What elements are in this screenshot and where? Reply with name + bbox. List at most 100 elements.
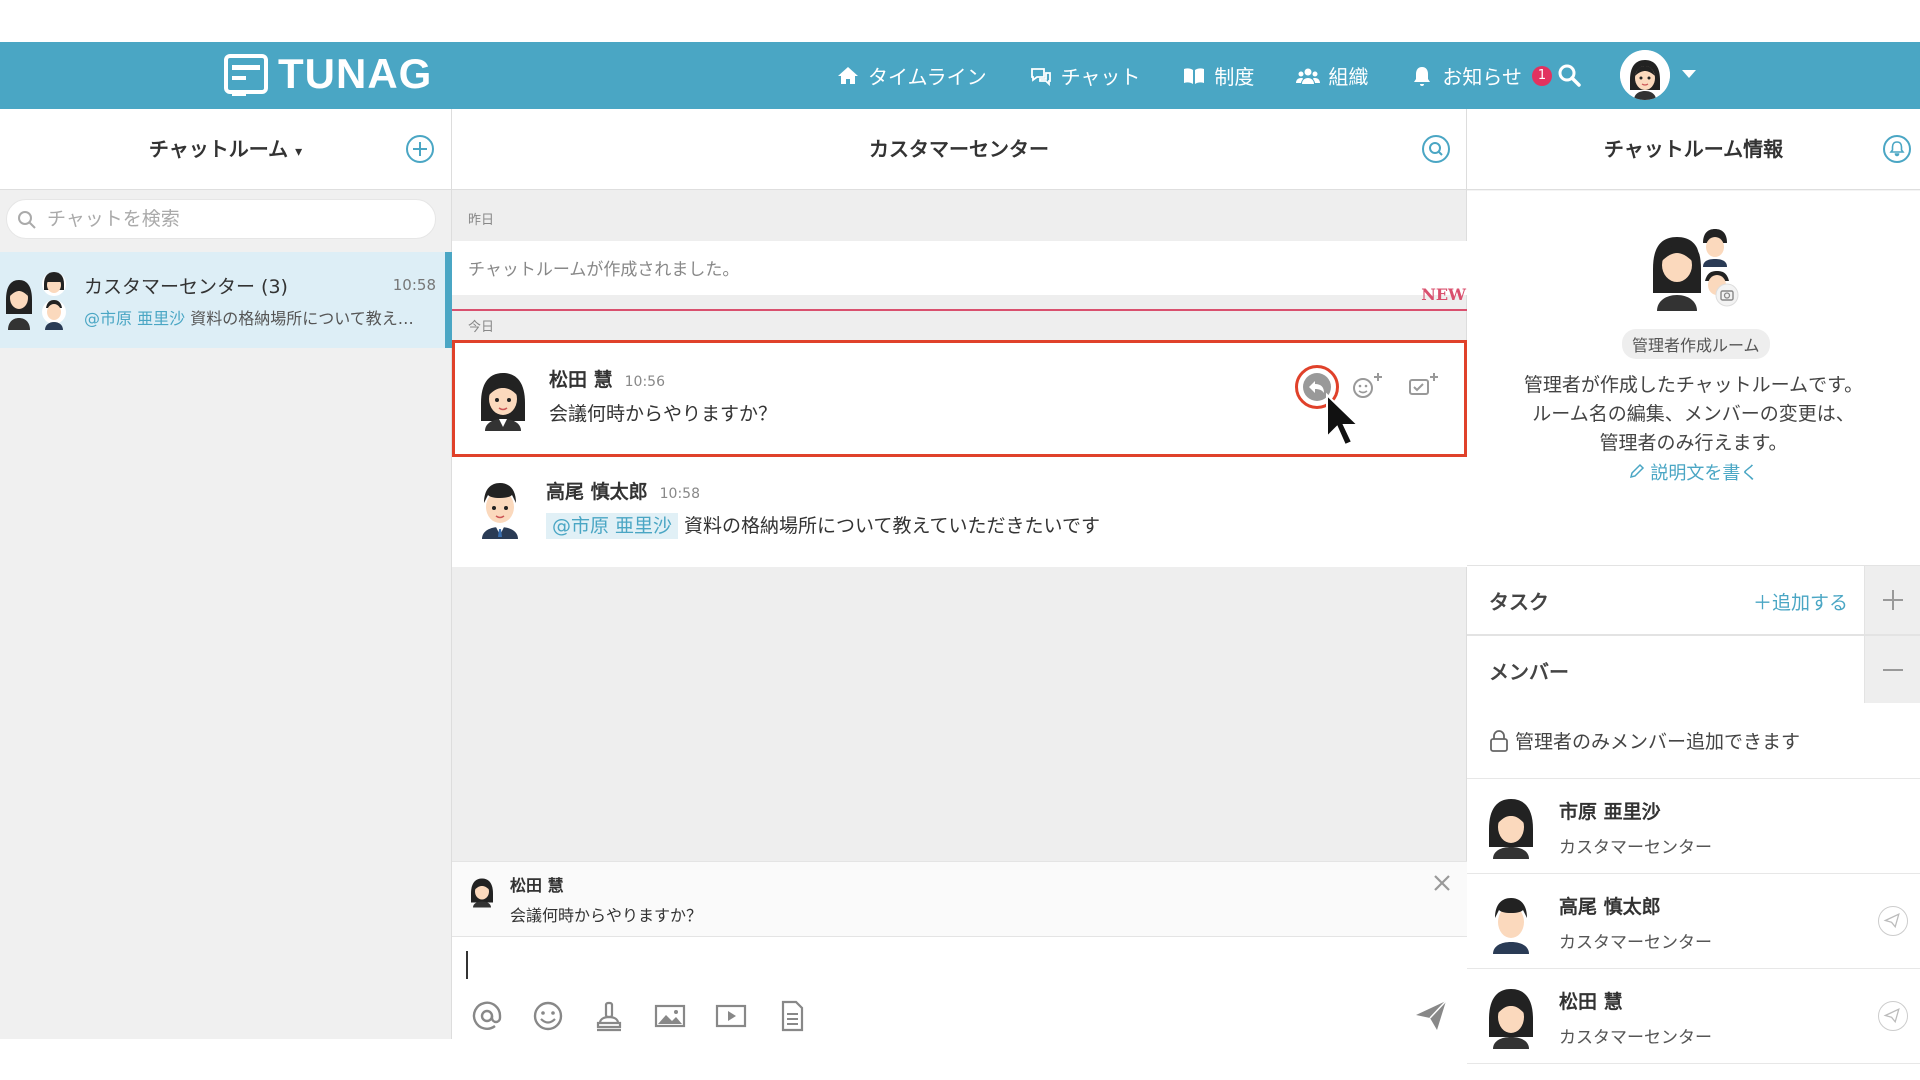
- room-preview: @市原 亜里沙 資料の格納場所について教え…: [84, 305, 432, 329]
- stamp-icon[interactable]: [592, 999, 626, 1033]
- send-icon[interactable]: [1413, 997, 1449, 1033]
- description-line: ルーム名の編集、メンバーの変更は、: [1532, 403, 1855, 425]
- emoji-icon[interactable]: [531, 999, 565, 1033]
- room-group-avatar: [6, 272, 66, 330]
- send-direct-message-button[interactable]: [1878, 1001, 1908, 1031]
- nav-timeline[interactable]: タイムライン: [836, 61, 987, 90]
- message-composer[interactable]: [452, 937, 1467, 1039]
- write-description-link[interactable]: 説明文を書く: [1467, 459, 1920, 485]
- nav-chat[interactable]: チャット: [1029, 61, 1141, 90]
- nav-notifications[interactable]: お知らせ 1: [1410, 61, 1553, 90]
- new-divider: [452, 309, 1467, 311]
- composer-toolbar: [470, 999, 809, 1033]
- chat-message-highlighted[interactable]: 松田 慧 10:56 会議何時からやりますか？: [452, 340, 1467, 457]
- nav-system[interactable]: 制度: [1182, 61, 1254, 90]
- text-cursor: [466, 951, 468, 979]
- collapse-members-button[interactable]: [1864, 636, 1920, 704]
- lock-notice-text: 管理者のみメンバー追加できます: [1515, 731, 1801, 753]
- user-menu-chevron-down-icon[interactable]: [1682, 70, 1696, 78]
- member-lock-notice: 管理者のみメンバー追加できます: [1467, 703, 1920, 779]
- chat-room-list-title[interactable]: チャットルーム ▾: [0, 109, 451, 193]
- chat-room-title: カスタマーセンター: [869, 137, 1049, 161]
- reply-preview-text: 会議何時からやりますか？: [510, 906, 703, 925]
- send-direct-message-button[interactable]: [1878, 906, 1908, 936]
- room-info-block: 管理者作成ルーム 管理者が作成したチャットルームです。 ルーム名の編集、メンバー…: [1467, 191, 1920, 565]
- tasks-label: タスク: [1489, 590, 1549, 614]
- day-divider-yesterday: 昨日: [468, 213, 495, 228]
- search-icon[interactable]: [1556, 62, 1582, 88]
- search-icon: [18, 211, 36, 229]
- user-avatar[interactable]: [1620, 50, 1670, 100]
- day-divider-today: 今日: [468, 320, 495, 335]
- description-line: 管理者が作成したチャットルームです。: [1523, 374, 1864, 396]
- add-task-link[interactable]: ＋追加する: [1753, 588, 1848, 615]
- user-avatar-illustration: [1620, 50, 1670, 100]
- file-icon[interactable]: [775, 999, 809, 1033]
- system-message: チャットルームが作成されました。: [452, 241, 1467, 295]
- lock-icon: [1490, 730, 1508, 752]
- add-task-icon[interactable]: [1407, 371, 1441, 401]
- chat-panel: カスタマーセンター 昨日 チャットルームが作成されました。 NEW 今日 松田 …: [452, 109, 1467, 1039]
- description-line: 管理者のみ行えます。: [1599, 432, 1788, 454]
- image-icon[interactable]: [653, 999, 687, 1033]
- member-avatar: [1493, 898, 1529, 954]
- nav-label: 制度: [1214, 65, 1255, 89]
- nav-label: タイムライン: [868, 65, 987, 89]
- chat-search-button[interactable]: [1422, 135, 1450, 163]
- message-sender: 高尾 慎太郎 10:58: [546, 481, 700, 503]
- add-room-button[interactable]: [406, 135, 434, 163]
- reply-preview-avatar: [471, 878, 493, 908]
- room-info-title: チャットルーム情報: [1603, 137, 1784, 161]
- room-group-avatar[interactable]: [1645, 221, 1745, 311]
- member-name: 高尾 慎太郎: [1559, 896, 1661, 918]
- message-avatar: [482, 483, 518, 539]
- member-item[interactable]: 高尾 慎太郎 カスタマーセンター: [1467, 874, 1920, 969]
- notification-settings-button[interactable]: [1883, 135, 1911, 163]
- new-marker: NEW: [1421, 285, 1466, 304]
- member-item[interactable]: 市原 亜里沙 カスタマーセンター: [1467, 779, 1920, 874]
- close-icon[interactable]: [1431, 872, 1453, 894]
- message-avatar: [481, 373, 525, 431]
- member-dept: カスタマーセンター: [1559, 933, 1712, 953]
- member-avatar: [1489, 799, 1533, 859]
- chat-search-input[interactable]: [47, 200, 427, 238]
- logo-mark-icon: [224, 54, 268, 96]
- message-sender: 松田 慧 10:56: [549, 369, 665, 391]
- member-dept: カスタマーセンター: [1559, 838, 1712, 858]
- chat-bubbles-icon: [1030, 67, 1051, 86]
- nav-organization[interactable]: 組織: [1296, 61, 1368, 90]
- video-icon[interactable]: [714, 999, 748, 1033]
- mention-icon[interactable]: [470, 999, 504, 1033]
- home-icon: [838, 66, 858, 84]
- plus-icon: [1883, 590, 1903, 610]
- members-section: メンバー: [1467, 635, 1920, 705]
- minus-icon: [1883, 669, 1903, 671]
- room-list-item[interactable]: カスタマーセンター (3) 10:58 @市原 亜里沙 資料の格納場所について教…: [0, 252, 452, 348]
- room-info-panel: チャットルーム情報 管理者作成ルーム 管理者が作成したチャットルームです。 ルー…: [1467, 109, 1920, 1064]
- chat-room-list-panel: チャットルーム ▾ カスタマーセンター (3) 10:58 @市原 亜里沙 資料…: [0, 109, 452, 1039]
- nav-label: チャット: [1060, 65, 1141, 89]
- member-avatar: [1489, 989, 1533, 1049]
- nav-label: 組織: [1328, 65, 1369, 89]
- room-preview-text: 資料の格納場所について教え…: [190, 309, 414, 328]
- room-preview-mention: @市原 亜里沙: [84, 309, 186, 328]
- room-info-header: チャットルーム情報: [1467, 109, 1920, 190]
- bell-icon: [1414, 66, 1431, 86]
- member-dept: カスタマーセンター: [1559, 1028, 1712, 1048]
- mention-tag[interactable]: @市原 亜里沙: [546, 513, 679, 539]
- expand-tasks-button[interactable]: [1864, 566, 1920, 634]
- search-icon: [1429, 142, 1443, 156]
- send-icon: [1883, 913, 1900, 929]
- pencil-icon: [1629, 463, 1644, 479]
- mouse-pointer-icon: [1326, 392, 1360, 447]
- message-time: 10:56: [624, 374, 665, 390]
- room-description: 管理者が作成したチャットルームです。 ルーム名の編集、メンバーの変更は、 管理者…: [1487, 371, 1900, 458]
- room-time: 10:58: [392, 276, 436, 294]
- chat-message[interactable]: 高尾 慎太郎 10:58 @市原 亜里沙 資料の格納場所について教えていただきたいで…: [452, 457, 1467, 567]
- member-item[interactable]: 松田 慧 カスタマーセンター: [1467, 969, 1920, 1064]
- selected-indicator: [445, 252, 452, 348]
- send-icon: [1883, 1008, 1900, 1024]
- logo[interactable]: TUNAG: [224, 50, 432, 98]
- people-icon: [1296, 68, 1321, 84]
- members-label: メンバー: [1489, 660, 1569, 684]
